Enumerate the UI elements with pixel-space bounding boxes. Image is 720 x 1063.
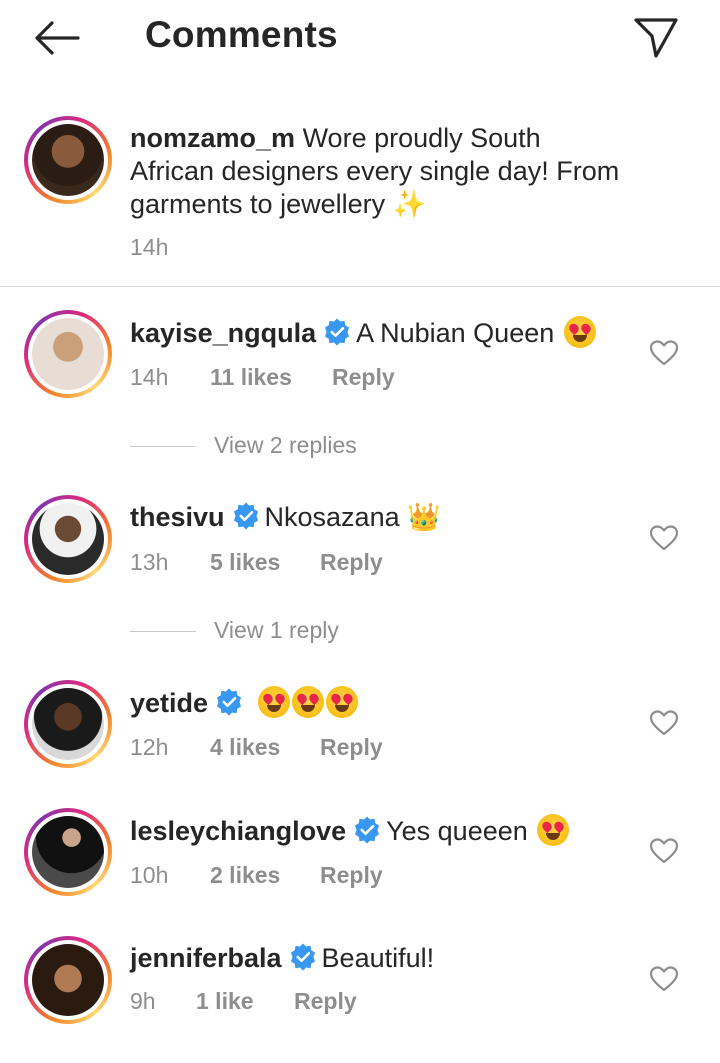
comment-meta: 12h 4 likes Reply: [130, 734, 383, 761]
comment-item: jenniferbala Beautiful! 9h 1 like Reply: [0, 936, 720, 1046]
reply-button[interactable]: Reply: [320, 862, 383, 889]
avatar-ring[interactable]: [24, 808, 112, 896]
verified-badge-icon: [355, 816, 380, 844]
comment-meta: 13h 5 likes Reply: [130, 549, 383, 576]
verified-badge-icon: [290, 943, 315, 971]
comment-text: Yes queeen: [386, 816, 528, 846]
avatar: [32, 124, 104, 196]
caption-divider: [0, 286, 720, 287]
like-heart-icon[interactable]: [650, 525, 678, 551]
comment-item: lesleychianglove Yes queeen 10h 2 likes Rep…: [0, 808, 720, 918]
caption-line-1: nomzamo_m Wore proudly South: [130, 122, 541, 155]
comment-text: Nkosazana: [264, 502, 400, 532]
comment-username[interactable]: lesleychianglove: [130, 816, 346, 846]
avatar-ring[interactable]: [24, 936, 112, 1024]
comment-time: 10h: [130, 862, 169, 888]
heart-eyes-emoji: [325, 686, 358, 718]
avatar-ring[interactable]: [24, 680, 112, 768]
verified-badge-icon: [325, 318, 350, 346]
crown-emoji: 👑: [407, 502, 441, 532]
caption-line-2: African designers every single day! From: [130, 156, 620, 186]
sparkles-emoji: ✨: [392, 189, 427, 219]
view-replies-label: View 2 replies: [214, 432, 357, 458]
replies-divider-line: [130, 446, 196, 448]
avatar: [32, 688, 104, 760]
page-title: Comments: [145, 14, 338, 55]
comment-item: kayise_ngqula A Nubian Queen 14h 11 likes R…: [0, 310, 720, 420]
view-replies-button[interactable]: View 1 reply: [130, 617, 339, 644]
view-replies-label: View 1 reply: [214, 617, 339, 643]
comment-time: 9h: [130, 988, 156, 1014]
reply-button[interactable]: Reply: [332, 364, 395, 391]
like-heart-icon[interactable]: [650, 838, 678, 864]
caption-text: Wore proudly South: [302, 123, 541, 153]
likes-count[interactable]: 4 likes: [210, 734, 320, 761]
comment-text-line: yetide: [130, 686, 358, 720]
comment-username[interactable]: yetide: [130, 688, 208, 718]
verified-badge-icon: [233, 502, 258, 530]
comment-text-line: thesivu Nkosazana 👑: [130, 501, 441, 534]
comment-text: A Nubian Queen: [356, 318, 555, 348]
back-button[interactable]: [30, 18, 82, 58]
arrow-left-icon: [35, 21, 80, 55]
comment-item: yetide 12h 4 likes Reply: [0, 680, 720, 790]
comment-text-line: jenniferbala Beautiful!: [130, 942, 434, 975]
likes-count[interactable]: 2 likes: [210, 862, 320, 889]
post-caption: nomzamo_m Wore proudly South African des…: [0, 110, 720, 286]
caption-line-3: garments to jewellery ✨: [130, 188, 426, 221]
heart-eyes-emoji: [257, 686, 290, 718]
comment-meta: 10h 2 likes Reply: [130, 862, 383, 889]
view-replies-button[interactable]: View 2 replies: [130, 432, 357, 459]
comment-username[interactable]: jenniferbala: [130, 943, 282, 973]
caption-time: 14h: [130, 234, 169, 260]
avatar-ring[interactable]: [24, 116, 112, 204]
like-heart-icon[interactable]: [650, 340, 678, 366]
avatar-ring[interactable]: [24, 495, 112, 583]
reply-button[interactable]: Reply: [294, 988, 357, 1015]
replies-divider-line: [130, 631, 196, 633]
reply-button[interactable]: Reply: [320, 734, 383, 761]
heart-eyes-emoji: [291, 686, 324, 718]
avatar: [32, 503, 104, 575]
comment-text-line: kayise_ngqula A Nubian Queen: [130, 316, 596, 350]
send-direct-icon: [634, 18, 678, 58]
avatar: [32, 816, 104, 888]
verified-badge-icon: [217, 688, 242, 716]
comment-text-line: lesleychianglove Yes queeen: [130, 814, 570, 848]
like-heart-icon[interactable]: [650, 710, 678, 736]
likes-count[interactable]: 11 likes: [210, 364, 332, 391]
avatar: [32, 944, 104, 1016]
comment-time: 12h: [130, 734, 169, 760]
comment-username[interactable]: thesivu: [130, 502, 225, 532]
comment-username[interactable]: kayise_ngqula: [130, 318, 316, 348]
comment-meta: 9h 1 like Reply: [130, 988, 357, 1015]
comment-text: Beautiful!: [321, 943, 435, 973]
like-heart-icon[interactable]: [650, 966, 678, 992]
comment-meta: 14h 11 likes Reply: [130, 364, 395, 391]
share-button[interactable]: [632, 14, 680, 62]
caption-username[interactable]: nomzamo_m: [130, 123, 295, 153]
comment-time: 14h: [130, 364, 169, 390]
avatar-ring[interactable]: [24, 310, 112, 398]
likes-count[interactable]: 5 likes: [210, 549, 320, 576]
reply-button[interactable]: Reply: [320, 549, 383, 576]
likes-count[interactable]: 1 like: [196, 988, 294, 1015]
comment-item: thesivu Nkosazana 👑 13h 5 likes Reply: [0, 495, 720, 605]
heart-eyes-emoji: [537, 814, 570, 846]
avatar: [32, 318, 104, 390]
top-bar: Comments: [0, 0, 720, 80]
heart-eyes-emoji: [563, 316, 596, 348]
comment-time: 13h: [130, 549, 169, 575]
caption-text-end: garments to jewellery: [130, 189, 386, 219]
